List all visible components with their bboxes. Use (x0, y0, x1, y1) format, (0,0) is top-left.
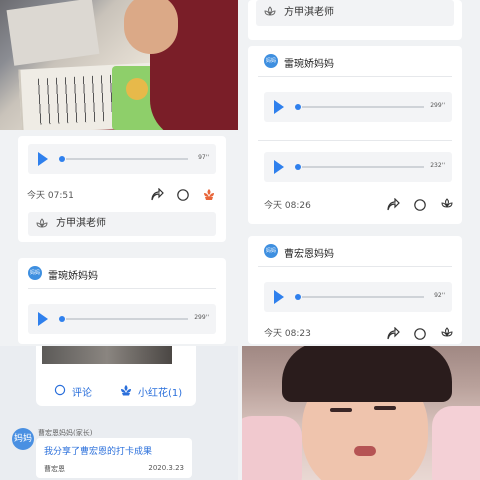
avatar: 妈妈 (264, 54, 278, 68)
post-footer: 评论 小红花(1) (36, 346, 196, 406)
share-user: 曹宏恩 (44, 465, 65, 473)
audio-duration: 232'' (430, 162, 445, 169)
play-icon[interactable] (274, 290, 284, 304)
flower-icon[interactable] (202, 187, 216, 201)
audio-player[interactable]: 92'' (264, 282, 452, 312)
audio-duration: 97'' (198, 154, 209, 161)
audio-player[interactable]: 232'' (264, 152, 452, 182)
comment-icon[interactable] (413, 327, 427, 341)
audio-duration: 299'' (194, 314, 209, 321)
share-text[interactable]: 我分享了曹宏恩的打卡成果 (44, 444, 152, 457)
avatar: 妈妈 (28, 266, 42, 280)
comment-button[interactable]: 评论 (72, 384, 92, 399)
poster-name: 曹宏恩妈妈(家长) (38, 429, 93, 437)
play-icon[interactable] (274, 160, 284, 174)
post-time: 今天 08:23 (264, 329, 311, 339)
parent-name: 雷琬娇妈妈 (284, 59, 334, 70)
submission-card: 方甲淇老师 (248, 0, 462, 40)
flower-count-button[interactable]: 小红花(1) (138, 384, 182, 399)
submission-card: 妈妈 雷琬娇妈妈 299'' (18, 258, 226, 344)
photo-child-reading (0, 0, 238, 130)
post-image (42, 346, 172, 364)
shared-post-panel: 评论 小红花(1) 曹宏恩妈妈(家长) 我分享了曹宏恩的打卡成果 曹宏恩 202… (0, 346, 238, 480)
parent-name: 曹宏恩妈妈 (284, 249, 334, 260)
audio-player[interactable]: 299'' (264, 92, 452, 122)
teacher-tag: 方甲淇老师 (28, 212, 216, 236)
flower-outline-icon[interactable] (440, 326, 454, 340)
flower-outline-icon (264, 6, 276, 16)
comment-icon[interactable] (54, 384, 66, 396)
teacher-name: 方甲淇老师 (284, 7, 334, 18)
flower-icon[interactable] (120, 384, 132, 396)
avatar: 妈妈 (264, 244, 278, 258)
comment-icon[interactable] (413, 198, 427, 212)
audio-player[interactable]: 299'' (28, 304, 216, 334)
share-icon[interactable] (150, 188, 164, 202)
submission-card: 97'' 今天 07:51 方甲淇老师 (18, 136, 226, 242)
photo-child-face (242, 346, 480, 480)
audio-duration: 92'' (434, 292, 445, 299)
submission-card: 妈妈 曹宏恩妈妈 92'' 今天 08:23 (248, 236, 462, 344)
submission-card: 妈妈 雷琬娇妈妈 299'' 232'' 今天 08:26 (248, 46, 462, 224)
share-icon[interactable] (386, 198, 400, 212)
collage-page: 97'' 今天 07:51 方甲淇老师 妈妈 雷琬娇妈妈 299'' 方甲淇老师… (0, 0, 480, 480)
comment-icon[interactable] (176, 188, 190, 202)
play-icon[interactable] (274, 100, 284, 114)
share-card[interactable]: 我分享了曹宏恩的打卡成果 曹宏恩 2020.3.23 (36, 438, 192, 478)
flower-outline-icon[interactable] (440, 197, 454, 211)
audio-duration: 299'' (430, 102, 445, 109)
play-icon[interactable] (38, 312, 48, 326)
share-date: 2020.3.23 (148, 464, 184, 472)
post-time: 今天 07:51 (27, 191, 74, 201)
avatar: 妈妈 (12, 428, 34, 450)
post-time: 今天 08:26 (264, 201, 311, 211)
share-icon[interactable] (386, 327, 400, 341)
flower-outline-icon (36, 218, 48, 228)
parent-name: 雷琬娇妈妈 (48, 271, 98, 282)
teacher-tag: 方甲淇老师 (256, 0, 454, 26)
audio-player[interactable]: 97'' (28, 144, 216, 174)
teacher-name: 方甲淇老师 (56, 218, 106, 229)
play-icon[interactable] (38, 152, 48, 166)
